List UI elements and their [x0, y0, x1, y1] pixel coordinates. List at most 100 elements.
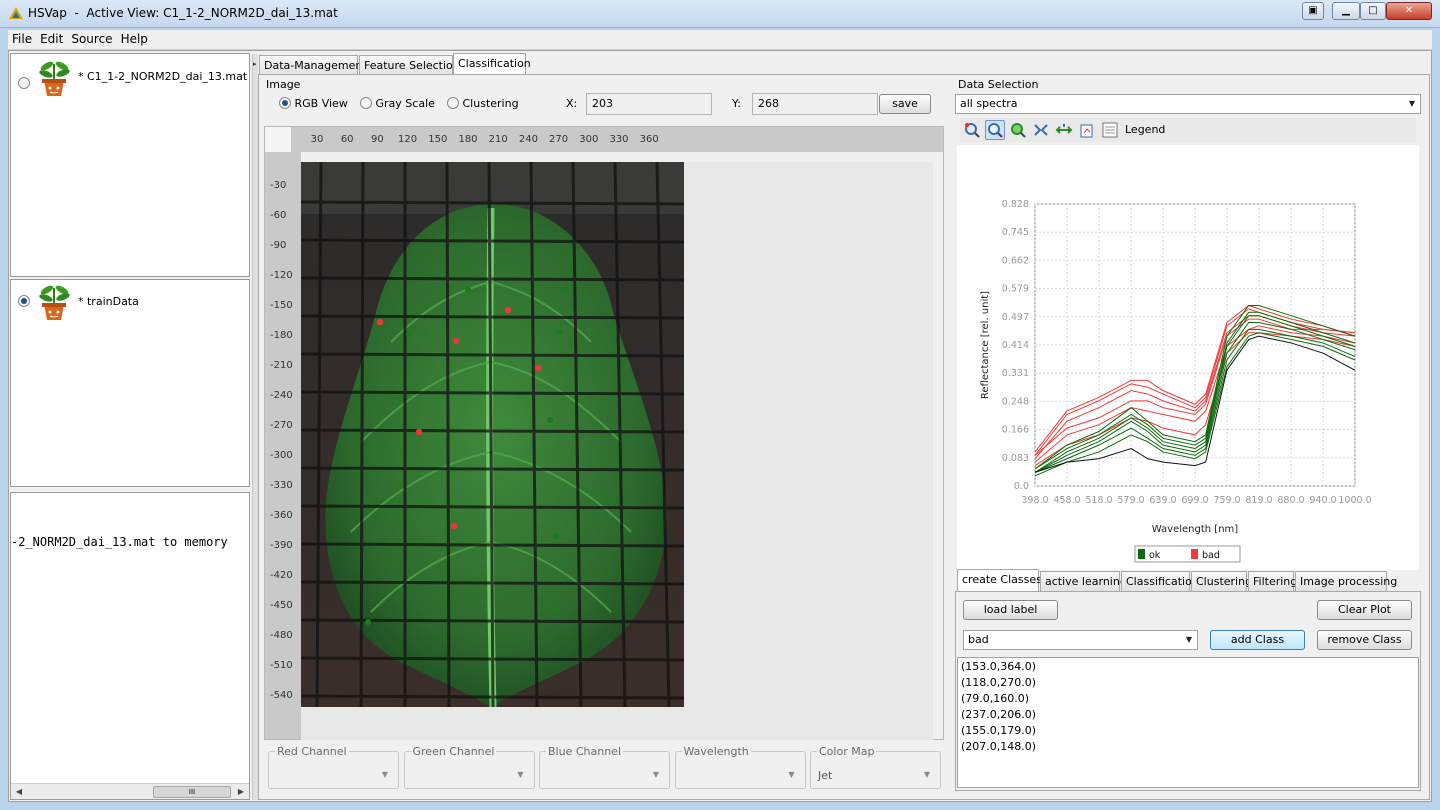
minimize-icon[interactable]: ▁	[1332, 2, 1360, 20]
close-icon[interactable]: ✕	[1386, 2, 1432, 20]
ok-sample-marker[interactable]	[465, 287, 471, 293]
restore-icon[interactable]: ▣	[1302, 2, 1324, 20]
bad-sample-marker[interactable]	[376, 318, 384, 326]
export-icon[interactable]	[1077, 120, 1097, 140]
dataset-card-2[interactable]: * trainData	[10, 279, 250, 487]
y-tick-label: 0.745	[1002, 227, 1029, 238]
class-points-list[interactable]: (153.0,364.0) (118.0,270.0) (79.0,160.0) (2…	[957, 657, 1419, 788]
bad-sample-marker[interactable]	[415, 428, 423, 436]
ok-sample-marker[interactable]	[406, 331, 412, 337]
rgb-view-option[interactable]: RGB View	[279, 97, 348, 110]
y-ruler-tick: -60	[270, 210, 287, 221]
grid-wire	[301, 542, 684, 548]
data-selection-value: all spectra	[960, 97, 1018, 110]
image-viewer[interactable]: 30 60 90 120 150 180 210 240 270 300 330 360 -30 -60…	[264, 126, 944, 740]
title-bar: HSVap - Active View: C1_1-2_NORM2D_dai_1…	[0, 0, 1440, 28]
spectrum-chart-panel: 0.0 0.083 0.166 0.248 0.331 0.414 0.497 0.579 0.…	[957, 145, 1419, 570]
chart-legend[interactable]: ok bad	[1134, 545, 1241, 563]
clustering-radio[interactable]	[447, 97, 459, 109]
y-coordinate-field[interactable]: 268	[752, 93, 878, 115]
bad-sample-marker[interactable]	[450, 522, 458, 530]
list-item[interactable]: (237.0,206.0)	[958, 707, 1418, 723]
grid-wire	[301, 466, 684, 472]
ok-sample-marker[interactable]	[562, 287, 568, 293]
y-ruler-tick: -180	[270, 330, 293, 341]
tab-classification[interactable]: Classification	[1121, 571, 1199, 591]
tab-image-processing[interactable]: Image processing	[1295, 571, 1397, 591]
ok-sample-marker[interactable]	[553, 605, 559, 611]
list-item[interactable]: (207.0,148.0)	[958, 739, 1418, 755]
clear-plot-button[interactable]: Clear Plot	[1317, 600, 1412, 620]
scroll-left-icon[interactable]: ◀	[13, 786, 25, 798]
zoom-in-icon[interactable]	[1008, 120, 1028, 140]
spectrum-chart[interactable]: 0.0 0.083 0.166 0.248 0.331 0.414 0.497 0.579 0.…	[957, 145, 1419, 570]
y-ruler-tick: -120	[270, 270, 293, 281]
tab-filtering[interactable]: Filtering	[1248, 571, 1297, 591]
chevron-down-icon: ▼	[652, 770, 659, 779]
remove-class-button[interactable]: remove Class	[1317, 630, 1412, 650]
y-ruler-tick: -480	[270, 630, 293, 641]
menu-edit[interactable]: Edit	[36, 30, 67, 48]
dataset-1-radio[interactable]	[18, 77, 30, 89]
channel-select-0[interactable]: Red Channel ▼	[268, 745, 399, 789]
bad-sample-marker[interactable]	[452, 337, 460, 345]
class-select[interactable]: bad ▼	[963, 630, 1198, 650]
save-button[interactable]: save	[879, 94, 931, 114]
tab-active-learning[interactable]: active learning	[1040, 571, 1127, 591]
legend-icon[interactable]	[1100, 120, 1120, 140]
tab-classification[interactable]: Classification	[453, 53, 531, 75]
ok-sample-marker[interactable]	[547, 417, 553, 423]
gray-scale-option[interactable]: Gray Scale	[360, 97, 435, 110]
rgb-view-radio[interactable]	[279, 97, 291, 109]
dataset-2-radio[interactable]	[18, 295, 30, 307]
maximize-icon[interactable]: □	[1360, 2, 1386, 20]
grid-wire	[445, 162, 451, 707]
add-class-button[interactable]: add Class	[1210, 630, 1305, 650]
ok-sample-marker[interactable]	[553, 533, 559, 539]
list-item[interactable]: (118.0,270.0)	[958, 675, 1418, 691]
scroll-thumb[interactable]: III	[153, 786, 231, 798]
bad-sample-marker[interactable]	[534, 364, 542, 372]
y-ruler-tick: -450	[270, 600, 293, 611]
y-tick-label: 0.331	[1002, 368, 1029, 379]
y-ruler-tick: -240	[270, 390, 293, 401]
legend-label[interactable]: Legend	[1125, 123, 1165, 136]
list-item[interactable]: (155.0,179.0)	[958, 723, 1418, 739]
tab-clustering[interactable]: Clustering	[1191, 571, 1252, 591]
leaf-image[interactable]	[301, 162, 684, 707]
legend-swatch	[1191, 549, 1198, 559]
menu-source[interactable]: Source	[67, 30, 116, 48]
list-item[interactable]: (79.0,160.0)	[958, 691, 1418, 707]
fit-icon[interactable]	[1031, 120, 1051, 140]
ok-sample-marker[interactable]	[606, 499, 612, 505]
console-hscrollbar[interactable]: ◀ III ▶	[11, 783, 249, 799]
ok-sample-marker[interactable]	[556, 329, 562, 335]
plant-pot-icon	[39, 285, 70, 320]
menu-file[interactable]: File	[8, 30, 36, 48]
load-label-button[interactable]: load label	[963, 600, 1058, 620]
menu-help[interactable]: Help	[117, 30, 152, 48]
list-item[interactable]: (153.0,364.0)	[958, 659, 1418, 675]
gray-scale-radio[interactable]	[360, 97, 372, 109]
console-panel: -2_NORM2D_dai_13.mat to memory ◀ III ▶	[10, 492, 250, 800]
data-selection-combo[interactable]: all spectra ▼	[955, 94, 1421, 114]
bad-sample-marker[interactable]	[504, 306, 512, 314]
x-coordinate-field[interactable]: 203	[586, 93, 712, 115]
channel-select-1[interactable]: Green Channel ▼	[403, 745, 535, 789]
zoom-select-icon[interactable]	[962, 120, 982, 140]
x-label: X:	[566, 97, 578, 110]
y-ruler-tick: -210	[270, 360, 293, 371]
channel-select-2[interactable]: Blue Channel ▼	[539, 745, 670, 789]
tab-data-management[interactable]: Data-Management	[259, 55, 367, 75]
window-title: HSVap - Active View: C1_1-2_NORM2D_dai_1…	[28, 6, 338, 20]
pan-icon[interactable]	[1054, 120, 1074, 140]
tab-feature-selection[interactable]: Feature Selection	[359, 55, 460, 75]
tab-create-classes[interactable]: create Classes	[957, 569, 1042, 591]
channel-select-3[interactable]: Wavelength ▼	[674, 745, 806, 789]
scroll-right-icon[interactable]: ▶	[235, 786, 247, 798]
zoom-icon[interactable]	[985, 120, 1005, 140]
ok-sample-marker[interactable]	[365, 619, 371, 625]
clustering-option[interactable]: Clustering	[447, 97, 519, 110]
channel-select-4[interactable]: Color Map Jet ▼	[810, 745, 941, 789]
dataset-card-1[interactable]: * C1_1-2_NORM2D_dai_13.mat	[10, 53, 250, 277]
